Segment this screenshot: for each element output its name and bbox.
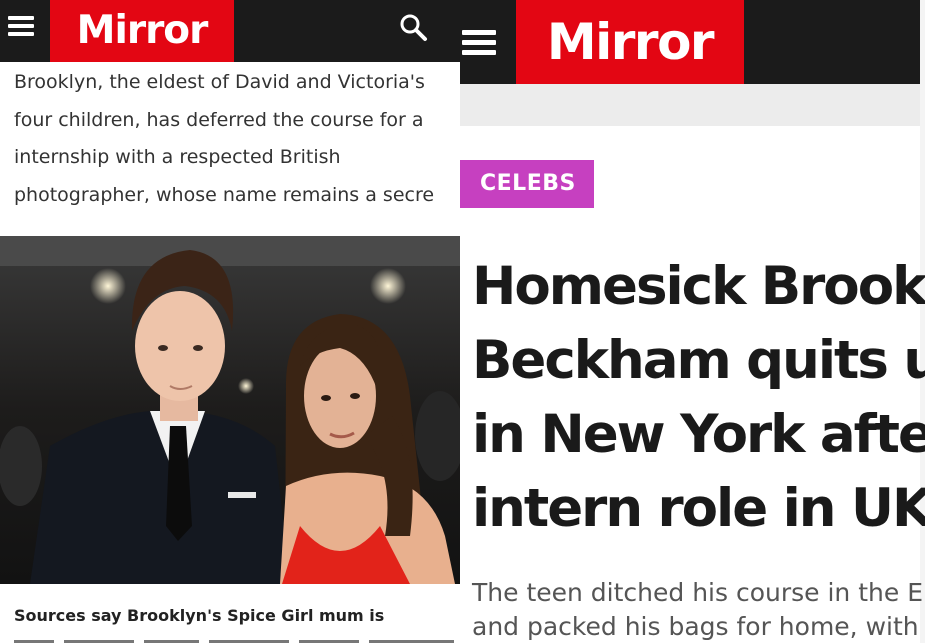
caption-overflow-line [14,634,454,643]
mirror-logo[interactable]: Mirror [516,0,744,84]
category-tag-celebs[interactable]: CELEBS [460,160,594,208]
article-headline: Homesick Brooklyn Beckham quits unive in… [472,250,925,546]
intro-line: internship with a respected British [14,146,341,168]
mirror-logo[interactable]: Mirror [50,0,234,62]
intro-line: Brooklyn, the eldest of David and Victor… [14,71,425,93]
search-icon[interactable] [398,12,430,44]
headline-line: in New York after la [472,404,925,465]
intro-line: four children, has deferred the course f… [14,108,424,131]
standfirst-line: and packed his bags for home, with [472,612,919,641]
right-screenshot-panel: Mirror CELEBS Homesick Brooklyn Beckham … [460,0,925,643]
article-photo[interactable] [0,236,460,584]
header-divider [460,84,920,126]
article-standfirst: The teen ditched his course in the E and… [472,576,925,643]
headline-line: Beckham quits unive [472,330,925,391]
site-header: Mirror [0,0,460,62]
standfirst-line: The teen ditched his course in the E [472,578,923,607]
photo-caption: Sources say Brooklyn's Spice Girl mum is [14,606,385,625]
headline-line: Homesick Brooklyn [472,256,925,317]
menu-icon[interactable] [6,12,38,42]
menu-icon[interactable] [460,24,500,58]
intro-line: photographer, whose name remains a secre [14,183,435,206]
left-screenshot-panel: Mirror Brooklyn, the eldest of David and… [0,0,460,643]
headline-line: intern role in UK [472,478,925,539]
article-intro: Brooklyn, the eldest of David and Victor… [14,64,460,214]
site-header: Mirror [460,0,920,84]
